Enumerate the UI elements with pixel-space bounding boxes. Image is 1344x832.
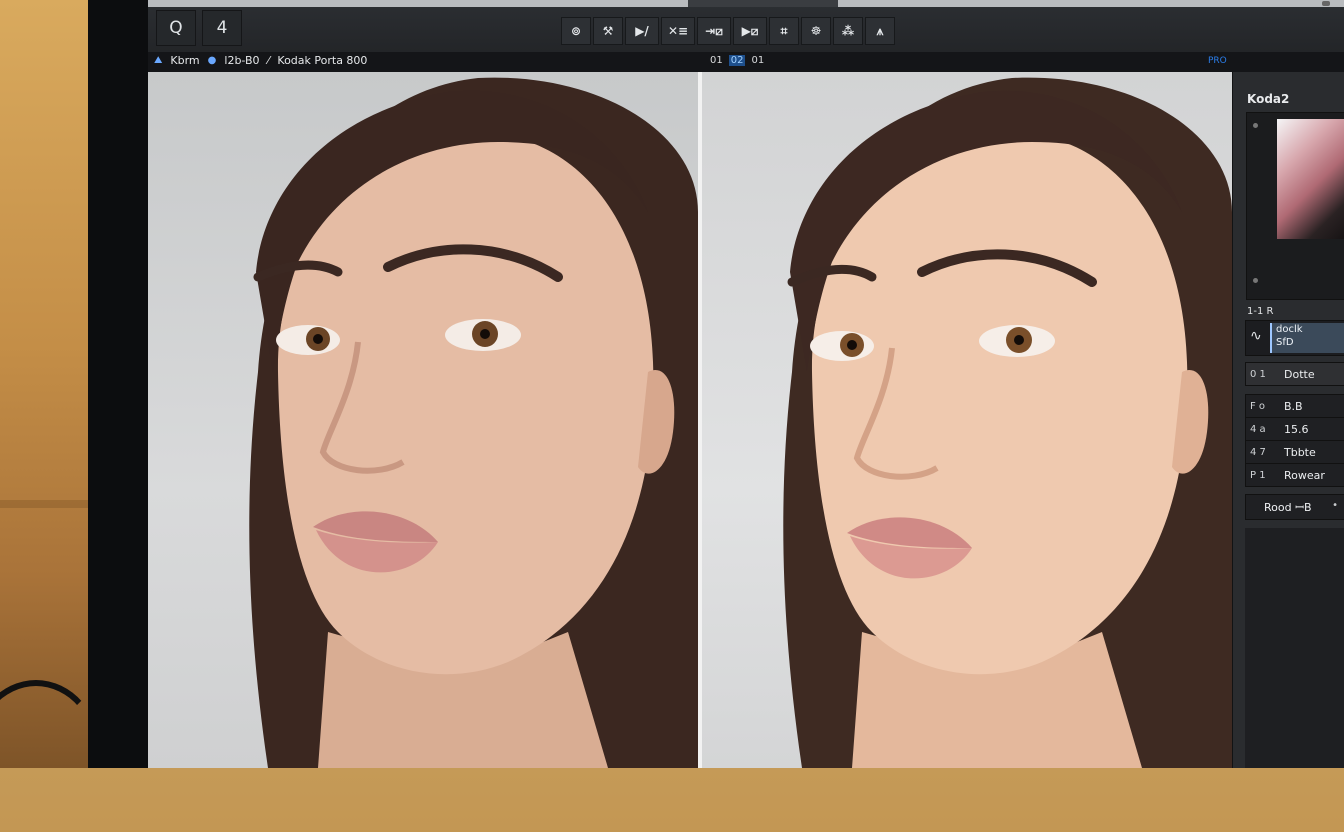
portrait-before-image: [249, 77, 698, 768]
loupe-icon: ⊚: [570, 24, 582, 38]
frame-indicator: 01 02 01: [710, 55, 764, 66]
property-value: Tbbte: [1284, 445, 1316, 459]
property-row[interactable]: F o B.B: [1245, 394, 1344, 418]
preset-icon: ⁄: [267, 54, 270, 67]
color-gradient-swatch[interactable]: [1277, 119, 1344, 239]
color-picker[interactable]: [1246, 112, 1344, 300]
brush-icon: ⚒: [602, 24, 614, 38]
crop-tool-button[interactable]: ⌗: [769, 17, 799, 45]
curve-selector[interactable]: ∿ doclk SfD: [1245, 320, 1344, 356]
panel-title: Koda2: [1247, 92, 1290, 106]
room-wall: [0, 0, 92, 768]
left-tool-group: Q 4: [156, 10, 242, 46]
frame-3[interactable]: 01: [751, 55, 764, 66]
property-value: B.B: [1284, 399, 1303, 413]
portrait-after-image: [783, 77, 1232, 768]
before-after-button[interactable]: ⇥⧄: [697, 17, 731, 45]
search-button[interactable]: Q: [156, 10, 196, 46]
loupe-tool-button[interactable]: ⊚: [561, 17, 591, 45]
zoom-fit-icon: 4: [216, 18, 228, 38]
play-edit-button[interactable]: ▶/: [625, 17, 659, 45]
picker-handle-icon[interactable]: [1253, 278, 1258, 283]
picker-handle-icon[interactable]: [1253, 123, 1258, 128]
before-photo[interactable]: [148, 72, 698, 768]
curve-selection[interactable]: doclk SfD: [1270, 323, 1344, 353]
file-icon: ⛰: [154, 55, 163, 66]
property-key: 0 1: [1250, 368, 1266, 380]
curve-line-1: doclk: [1276, 324, 1303, 335]
preset-button[interactable]: Rood ꟷB •: [1245, 494, 1344, 520]
play-edit-icon: ▶/: [635, 24, 649, 38]
people-icon: ☸: [810, 24, 822, 38]
mask-tool-button[interactable]: ⁂: [833, 17, 863, 45]
before-after-icon: ⇥⧄: [705, 23, 723, 38]
frame-1[interactable]: 01: [710, 55, 723, 66]
pin-icon: ⩚: [876, 23, 884, 38]
right-side-panel: Koda2 1-1 R ∿ doclk SfD 0 1 Dotte F o B.: [1232, 72, 1344, 768]
property-value: Rowear: [1284, 468, 1325, 482]
property-row[interactable]: 4 7 Tbbte: [1245, 440, 1344, 464]
editor-window: Q 4 ⊚ ⚒ ▶/ ✕≡ ⇥⧄ ▶⧄ ⌗ ☸ ⁂ ⩚ ⛰ Kbrm ● l2b…: [148, 0, 1344, 768]
after-photo[interactable]: [702, 72, 1232, 768]
property-key: 4 a: [1250, 423, 1266, 435]
image-canvas[interactable]: [148, 72, 1232, 768]
info-bar: ⛰ Kbrm ● l2b-B0 ⁄ Kodak Porta 800 01 02 …: [148, 52, 1344, 73]
preset-button-label: Rood ꟷB: [1264, 500, 1312, 514]
property-row[interactable]: 0 1 Dotte: [1245, 362, 1344, 386]
file-info: ⛰ Kbrm ● l2b-B0 ⁄ Kodak Porta 800: [154, 54, 367, 67]
crop-icon: ⌗: [780, 23, 788, 38]
file-name: Kbrm: [170, 54, 200, 67]
file-size: l2b-B0: [224, 54, 260, 67]
size-icon: ●: [207, 55, 217, 66]
split-view-icon: ▶⧄: [741, 23, 759, 38]
cross-compare-button[interactable]: ✕≡: [661, 17, 695, 45]
mask-icon: ⁂: [841, 24, 855, 38]
title-strip: [148, 0, 1344, 7]
window-control[interactable]: [1322, 1, 1330, 6]
split-view-button[interactable]: ▶⧄: [733, 17, 767, 45]
property-key: P 1: [1250, 469, 1266, 481]
property-row[interactable]: 4 a 15.6: [1245, 417, 1344, 441]
section-label: 1-1 R: [1247, 306, 1274, 317]
property-value: 15.6: [1284, 422, 1309, 436]
property-key: 4 7: [1250, 446, 1266, 458]
curve-icon: ∿: [1250, 328, 1262, 344]
top-toolbar: Q 4 ⊚ ⚒ ▶/ ✕≡ ⇥⧄ ▶⧄ ⌗ ☸ ⁂ ⩚: [148, 0, 1344, 53]
chevron-right-icon: •: [1332, 500, 1338, 511]
monitor-bezel: Q 4 ⊚ ⚒ ▶/ ✕≡ ⇥⧄ ▶⧄ ⌗ ☸ ⁂ ⩚ ⛰ Kbrm ● l2b…: [88, 0, 1344, 768]
search-icon: Q: [169, 18, 183, 38]
panel-empty-area: [1245, 528, 1344, 768]
window-grip[interactable]: [688, 0, 838, 7]
wall-shelf-edge: [0, 500, 92, 508]
frame-2-active[interactable]: 02: [728, 55, 746, 66]
people-tool-button[interactable]: ☸: [801, 17, 831, 45]
brush-tool-button[interactable]: ⚒: [593, 17, 623, 45]
curve-line-2: SfD: [1276, 337, 1294, 348]
status-flag: PRO: [1208, 56, 1227, 66]
film-preset-label: Kodak Porta 800: [277, 54, 368, 67]
property-row[interactable]: P 1 Rowear: [1245, 463, 1344, 487]
property-key: F o: [1250, 400, 1266, 412]
property-value: Dotte: [1284, 367, 1315, 381]
cross-compare-icon: ✕≡: [667, 24, 689, 38]
pin-tool-button[interactable]: ⩚: [865, 17, 895, 45]
center-tool-group: ⊚ ⚒ ▶/ ✕≡ ⇥⧄ ▶⧄ ⌗ ☸ ⁂ ⩚: [561, 17, 895, 45]
zoom-fit-button[interactable]: 4: [202, 10, 242, 46]
